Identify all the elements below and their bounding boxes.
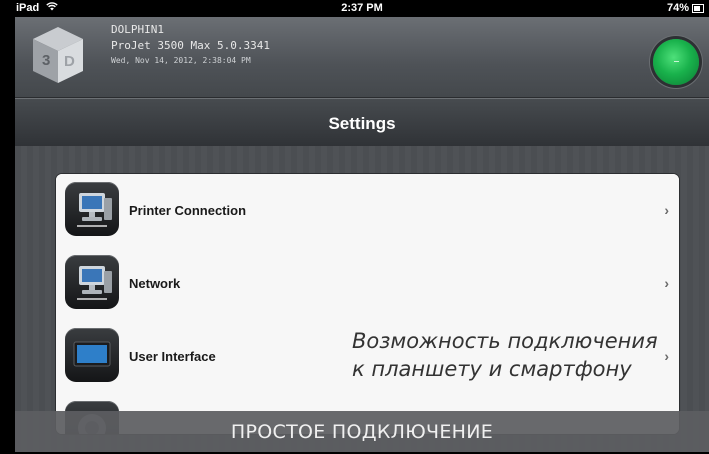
computer-icon: [65, 255, 119, 309]
printer-name: DOLPHIN1: [111, 23, 164, 36]
svg-text:D: D: [64, 53, 75, 70]
footer-caption: ПРОСТОЕ ПОДКЛЮЧЕНИЕ: [15, 411, 709, 452]
status-light-button[interactable]: [653, 39, 699, 85]
settings-item-network[interactable]: Network ›: [56, 247, 679, 321]
settings-item-label: Printer Connection: [129, 203, 247, 218]
chevron-right-icon: ›: [664, 202, 669, 218]
monitor-icon: [65, 328, 119, 382]
battery-icon: [692, 3, 704, 13]
status-light-dash-icon: [674, 61, 679, 62]
3d-systems-logo: 3 D: [33, 27, 83, 83]
chevron-right-icon: ›: [664, 275, 669, 291]
nav-title: Settings: [15, 98, 709, 147]
annotation-text: Возможность подключения к планшету и сма…: [352, 327, 658, 383]
printer-datetime: Wed, Nov 14, 2012, 2:38:04 PM: [111, 56, 251, 65]
printer-model: ProJet 3500 Max 5.0.3341: [111, 39, 270, 52]
printer-header: 3 D DOLPHIN1 ProJet 3500 Max 5.0.3341 We…: [15, 17, 709, 98]
settings-item-printer-connection[interactable]: Printer Connection ›: [56, 174, 679, 248]
battery-status: 74%: [667, 2, 704, 14]
computer-icon: [65, 182, 119, 236]
device-info: DOLPHIN1 ProJet 3500 Max 5.0.3341 Wed, N…: [111, 22, 270, 68]
svg-text:3: 3: [42, 52, 50, 69]
status-bar: iPad 2:37 PM 74%: [15, 0, 709, 17]
settings-list: Printer Connection › Network › User Inte…: [55, 173, 680, 435]
annotation-line: к планшету и смартфону: [352, 357, 632, 381]
chevron-right-icon: ›: [664, 348, 669, 364]
settings-item-label: Network: [129, 276, 181, 291]
settings-item-label: User Interface: [129, 349, 216, 364]
annotation-line: Возможность подключения: [352, 329, 658, 353]
clock: 2:37 PM: [341, 2, 383, 14]
